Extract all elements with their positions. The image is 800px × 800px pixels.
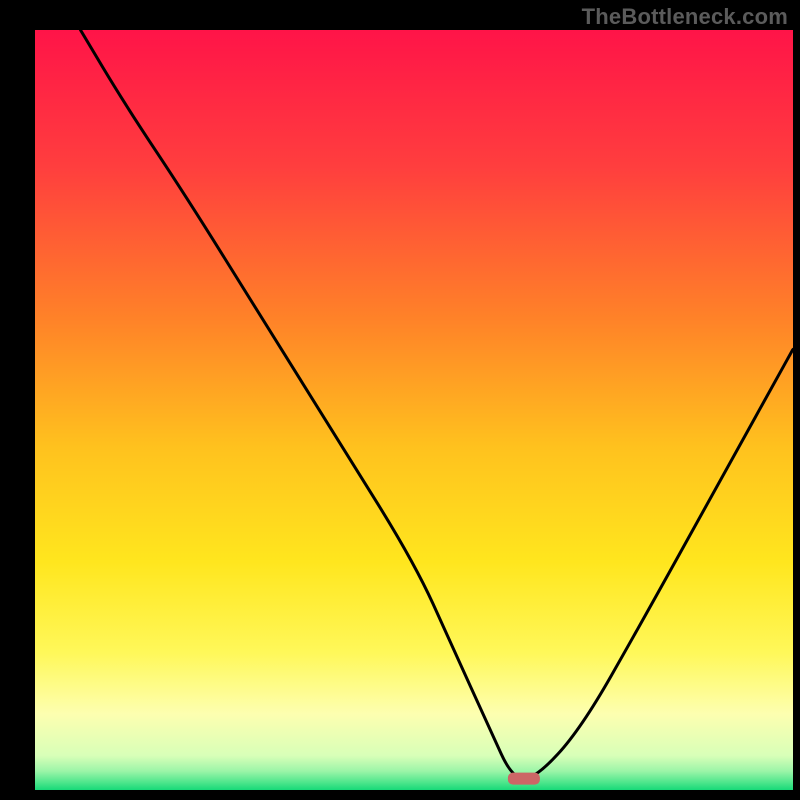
- chart-stage: TheBottleneck.com: [0, 0, 800, 800]
- bottleneck-chart: [0, 0, 800, 800]
- optimal-marker: [508, 773, 540, 785]
- plot-background: [35, 30, 793, 790]
